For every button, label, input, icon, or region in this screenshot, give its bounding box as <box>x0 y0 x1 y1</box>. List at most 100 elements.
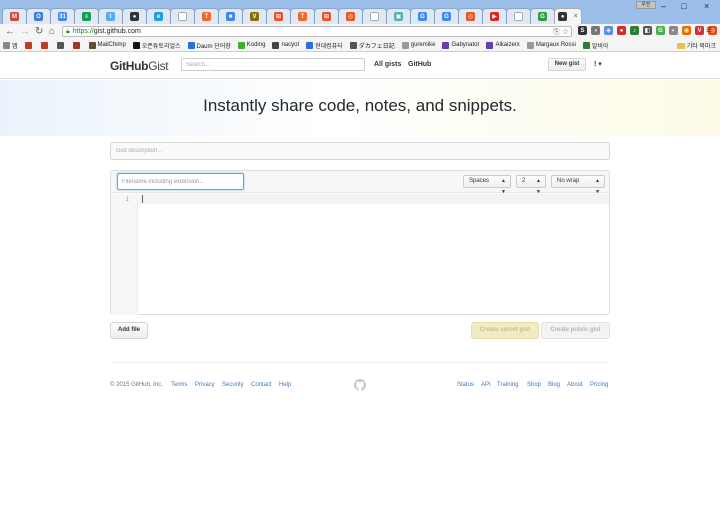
footer-link-blog[interactable]: Blog <box>548 382 560 388</box>
browser-tab[interactable] <box>506 8 531 24</box>
browser-tab[interactable]: ● <box>122 8 147 24</box>
wrap-mode-select[interactable]: No wrap ▲ ▼ <box>551 175 605 195</box>
extension-icon[interactable]: ● <box>617 26 626 35</box>
bookmark-item[interactable]: Koding <box>237 41 265 49</box>
browser-tab[interactable]: ▶ <box>482 8 507 24</box>
browser-tab[interactable]: t <box>98 8 123 24</box>
create-secret-gist-button[interactable]: Create secret gist <box>471 322 539 339</box>
browser-tab[interactable]: ▣ <box>386 8 411 24</box>
footer-divider <box>110 362 610 363</box>
extension-icon[interactable]: ◉ <box>682 26 691 35</box>
filename-input[interactable] <box>117 173 244 190</box>
bookmark-star-icon[interactable]: ⎘ ☆ <box>553 27 569 37</box>
footer-link-shop[interactable]: Shop <box>527 382 541 388</box>
github-gist-logo[interactable]: GitHubGist <box>110 59 169 73</box>
indent-size-select[interactable]: 2 ▲ ▼ <box>516 175 546 195</box>
browser-tab[interactable]: T <box>290 8 315 24</box>
browser-tab[interactable]: ■ <box>218 8 243 24</box>
other-bookmarks-folder[interactable]: 기타 북마크 <box>676 39 716 51</box>
footer-link-training[interactable]: Training <box>497 382 518 388</box>
browser-tab[interactable]: ≡ <box>74 8 99 24</box>
github-octocat-icon[interactable] <box>354 379 366 391</box>
footer-link-status[interactable]: Status <box>457 382 474 388</box>
footer-link-api[interactable]: API <box>481 382 491 388</box>
browser-tab[interactable]: ⊞ <box>266 8 291 24</box>
lock-icon: 🔒︎ <box>66 27 70 35</box>
bookmark-item[interactable]: Margaux Rossi <box>526 41 576 49</box>
bookmark-item[interactable] <box>40 41 50 49</box>
bookmark-item[interactable]: ダカフェ日記 <box>349 41 395 50</box>
profile-badge[interactable]: 우진 <box>636 1 656 9</box>
minimize-icon[interactable]: – <box>661 1 666 11</box>
bookmark-item[interactable]: 현대컴퓨터 <box>306 41 343 50</box>
browser-tab[interactable]: G <box>410 8 435 24</box>
bookmark-label: ダカフェ日記 <box>358 43 395 50</box>
bookmark-item[interactable] <box>72 41 82 49</box>
extension-icon[interactable]: V <box>695 26 704 35</box>
browser-tab[interactable]: 31 <box>50 8 75 24</box>
url-scheme: https:// <box>72 28 94 35</box>
create-public-gist-button[interactable]: Create public gist <box>541 322 610 339</box>
browser-tab[interactable]: M <box>2 8 27 24</box>
indent-mode-select[interactable]: Spaces ▲ ▼ <box>463 175 511 195</box>
extension-icon[interactable]: G <box>656 26 665 35</box>
browser-tab[interactable]: V <box>242 8 267 24</box>
browser-tab[interactable]: ◎ <box>458 8 483 24</box>
gist-description-input[interactable] <box>110 142 610 160</box>
extension-icon[interactable]: ◐ <box>669 26 678 35</box>
active-browser-tab[interactable]: ● × <box>554 8 582 24</box>
bookmark-item[interactable]: Alkaizerx <box>486 41 520 49</box>
home-icon[interactable]: ⌂ <box>49 26 55 37</box>
browser-tab[interactable]: T <box>194 8 219 24</box>
ie-icon: e <box>154 12 163 21</box>
browser-menu-icon[interactable]: ≡ <box>706 25 712 36</box>
browser-tab[interactable]: G <box>434 8 459 24</box>
bookmark-item[interactable]: guremike <box>401 41 435 49</box>
footer-link-privacy[interactable]: Privacy <box>195 382 215 388</box>
footer-link-about[interactable]: About <box>567 382 583 388</box>
add-file-button[interactable]: Add file <box>110 322 148 339</box>
all-gists-link[interactable]: All gists <box>374 61 401 68</box>
tab-close-icon[interactable]: × <box>574 13 578 20</box>
extension-icon[interactable]: ♪ <box>630 26 639 35</box>
footer-link-terms[interactable]: Terms <box>171 382 187 388</box>
url-host: gist.github.com <box>93 28 141 35</box>
extension-icon[interactable]: ◑ <box>591 26 600 35</box>
browser-tab[interactable]: G <box>530 8 555 24</box>
browser-tab[interactable]: ⊞ <box>314 8 339 24</box>
bookmark-item[interactable]: nacyot <box>272 41 299 49</box>
browser-tab[interactable] <box>170 8 195 24</box>
bookmark-item[interactable] <box>24 41 34 49</box>
bookmark-favicon-icon <box>3 41 10 49</box>
bookmark-item[interactable] <box>56 41 66 49</box>
browser-tab[interactable]: O <box>26 8 51 24</box>
reload-icon[interactable]: ↻ <box>35 26 43 37</box>
user-menu-dropdown[interactable]: ! ▾ <box>594 60 602 68</box>
extension-icon[interactable]: ◈ <box>604 26 613 35</box>
maximize-icon[interactable]: □ <box>681 1 686 11</box>
bookmark-item[interactable]: Gabynator <box>442 41 479 49</box>
bookmark-item[interactable]: MailChimp <box>88 41 126 49</box>
forward-icon[interactable]: → <box>20 26 30 37</box>
browser-tab[interactable] <box>362 8 387 24</box>
bookmark-item[interactable]: Daum 단어장 <box>187 41 231 50</box>
back-icon[interactable]: ← <box>5 26 15 37</box>
bookmark-item[interactable]: 오픈튜토리얼스 <box>132 41 181 50</box>
extension-icon[interactable]: ◧ <box>643 26 652 35</box>
footer-link-contact[interactable]: Contact <box>251 382 272 388</box>
footer-link-pricing[interactable]: Pricing <box>590 382 608 388</box>
github-link[interactable]: GitHub <box>408 61 431 68</box>
search-input[interactable] <box>181 58 365 71</box>
bookmark-favicon-icon <box>237 41 245 49</box>
bookmark-item[interactable]: 앱 <box>3 41 18 50</box>
close-window-icon[interactable]: × <box>704 1 709 11</box>
browser-tab[interactable]: ◎ <box>338 8 363 24</box>
address-bar[interactable]: 🔒︎ https:// gist.github.com ⎘ ☆ <box>62 26 572 37</box>
footer-link-help[interactable]: Help <box>279 382 291 388</box>
bookmark-item[interactable]: 알비아 <box>582 41 608 50</box>
new-gist-button[interactable]: New gist <box>548 58 586 71</box>
code-editor[interactable] <box>139 194 609 315</box>
extension-icon[interactable]: S <box>578 26 587 35</box>
browser-tab[interactable]: e <box>146 8 171 24</box>
footer-link-security[interactable]: Security <box>222 382 244 388</box>
